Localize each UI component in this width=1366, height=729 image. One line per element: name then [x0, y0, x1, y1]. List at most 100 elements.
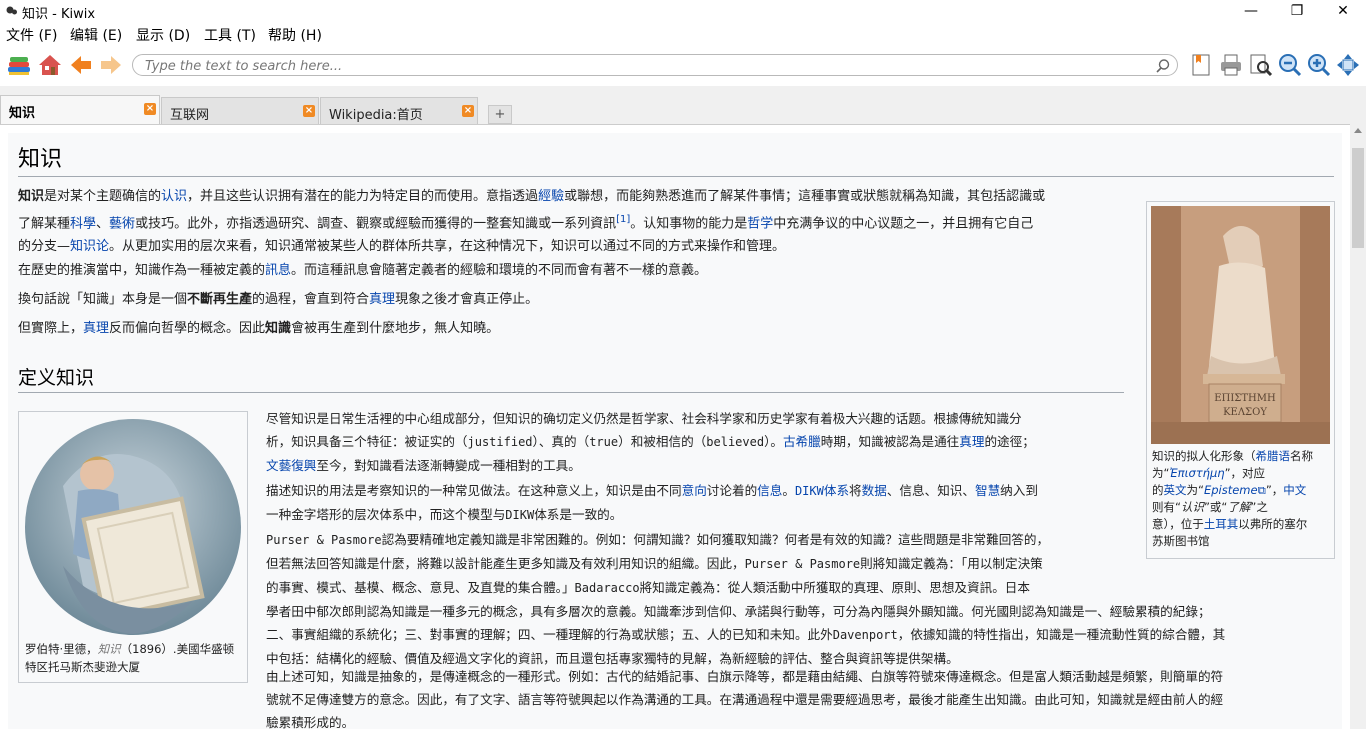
- inline-link[interactable]: 认识: [161, 189, 187, 204]
- close-button[interactable]: ✕: [1320, 0, 1366, 22]
- tab-label: 知识: [9, 106, 36, 121]
- page-title: 知识: [18, 141, 1334, 177]
- statue-caption: 知识的拟人化形象（希腊语名称 为“Ἐπιστήμη”，对应 的英文为“Epist…: [1152, 448, 1330, 550]
- close-tab-icon[interactable]: ×: [303, 105, 315, 117]
- painting-caption: 罗伯特·里德，知识（1896）.美國华盛顿 特区托马斯杰斐逊大厦: [25, 640, 245, 676]
- inline-link[interactable]: 数据: [862, 483, 887, 498]
- inline-link[interactable]: 科學: [70, 216, 96, 231]
- scrollbar-thumb[interactable]: [1352, 148, 1364, 248]
- menu-help[interactable]: 帮助 (H): [268, 25, 322, 45]
- home-icon[interactable]: [37, 52, 63, 78]
- text-run: 的途徑；: [984, 434, 1035, 449]
- inline-link[interactable]: 真理: [83, 321, 109, 336]
- maximize-button[interactable]: ❐: [1274, 0, 1320, 22]
- text-line: 驗累積形成的。: [266, 711, 1336, 729]
- text-run: ）、真的（: [532, 434, 590, 449]
- text-run: 苏斯图书馆: [1152, 534, 1210, 548]
- text-run: 但若無法回答知識是什麼，將難以設計能產生更多知識及有效利用知识的組織。因此，: [266, 556, 745, 571]
- inline-link[interactable]: 真理: [959, 434, 984, 449]
- inline-link[interactable]: 真理: [369, 292, 395, 307]
- text-line: 在歷史的推演當中，知識作為一種被定義的訊息。而這種訊息會隨著定義者的經驗和環境的…: [18, 259, 1138, 282]
- inline-link[interactable]: 智慧: [975, 483, 1000, 498]
- tab-label: 互联网: [170, 108, 210, 123]
- paragraph-3: 換句話說「知識」本身是一個不斷再生產的過程，會直到符合真理現象之後才會真正停止。: [18, 288, 1138, 311]
- inline-link[interactable]: DIKW: [795, 484, 824, 498]
- text-run: ，并且这些认识拥有潜在的能力为特定目的而使用。意指透過: [187, 189, 539, 204]
- print-icon[interactable]: [1218, 52, 1244, 78]
- inline-link[interactable]: 信息: [757, 483, 782, 498]
- inline-link[interactable]: 古希臘: [783, 434, 821, 449]
- inline-link[interactable]: 中文: [1283, 483, 1306, 497]
- back-arrow-icon[interactable]: [68, 52, 94, 78]
- vertical-scrollbar[interactable]: [1350, 124, 1366, 728]
- minimize-button[interactable]: —: [1228, 0, 1274, 22]
- inline-link[interactable]: ⧉: [1258, 483, 1266, 497]
- text-run: （1896）.美國华盛顿: [120, 642, 235, 656]
- text-run: 。: [782, 483, 795, 498]
- inline-link[interactable]: [1]: [616, 214, 630, 225]
- text-run: 或聯想，而能夠熟悉進而了解某件事情；這種事實或狀態就稱為知識，其包括認識或: [564, 189, 1046, 204]
- inline-link[interactable]: 希腊语: [1256, 449, 1291, 463]
- definition-paragraph-4: 由上述可知，知識是抽象的，是傳達概念的一種形式。例如：古代的結婚記事、白旗示降等…: [266, 665, 1336, 729]
- text-run: ”，: [1265, 483, 1284, 497]
- bookmark-icon[interactable]: [1188, 52, 1214, 78]
- text-run: 描述知识的用法是考察知识的一种常见做法。在这种意义上，知识是由不同: [266, 483, 682, 498]
- inline-link[interactable]: 体系: [824, 483, 849, 498]
- text-run: 中充满争议的中心议题之一，并且拥有它自己: [773, 216, 1034, 232]
- library-icon[interactable]: [6, 52, 32, 78]
- inline-link[interactable]: 藝術: [109, 216, 135, 231]
- bold-text: 知识: [18, 189, 45, 204]
- fullscreen-icon[interactable]: [1335, 52, 1361, 78]
- search-field[interactable]: [132, 54, 1178, 76]
- search-input[interactable]: [143, 57, 1147, 75]
- text-line: 但實際上，真理反而偏向哲學的概念。因此知識會被再生產到什麼地步，無人知曉。: [18, 317, 1138, 340]
- scroll-up-arrow-icon[interactable]: [1354, 128, 1362, 133]
- text-line: 描述知识的用法是考察知识的一种常见做法。在这种意义上，知识是由不同意向讨论着的信…: [266, 479, 1136, 503]
- inline-link[interactable]: 土耳其: [1204, 517, 1239, 531]
- text-run: Purser & Pasmore: [744, 557, 861, 571]
- inline-link[interactable]: 訊息: [265, 263, 291, 278]
- zoom-in-icon[interactable]: [1306, 52, 1332, 78]
- inline-link[interactable]: Ἐπιστήμη: [1169, 466, 1224, 480]
- zoom-out-icon[interactable]: [1277, 52, 1303, 78]
- text-line: 为“Ἐπιστήμη”，对应: [1152, 465, 1330, 482]
- inline-link[interactable]: Episteme: [1204, 483, 1258, 497]
- text-run: 中包括：結構化的經驗、價值及經過文字化的資訊，而且還包括專家獨特的見解，為新經驗…: [266, 651, 959, 666]
- tab-knowledge[interactable]: 知识 ×: [0, 95, 160, 124]
- find-in-page-icon[interactable]: [1248, 52, 1274, 78]
- close-tab-icon[interactable]: ×: [462, 105, 474, 117]
- painting-thumbnail: 罗伯特·里德，知识（1896）.美國华盛顿 特区托马斯杰斐逊大厦: [18, 411, 248, 683]
- new-tab-button[interactable]: +: [488, 105, 512, 124]
- text-run: 驗累積形成的。: [266, 715, 355, 729]
- forward-arrow-icon[interactable]: [98, 52, 124, 78]
- inline-link[interactable]: 哲学: [747, 216, 773, 231]
- text-run: 。认知事物的能力是: [630, 216, 748, 232]
- text-run: 在歷史的推演當中，知識作為一種被定義的: [18, 263, 266, 278]
- text-line: 換句話說「知識」本身是一個不斷再生產的過程，會直到符合真理現象之後才會真正停止。: [18, 288, 1138, 311]
- inline-link[interactable]: 經驗: [538, 189, 564, 204]
- search-icon[interactable]: [1155, 58, 1171, 74]
- text-line: 特区托马斯杰斐逊大厦: [25, 658, 245, 676]
- inline-link[interactable]: 英文: [1164, 483, 1187, 497]
- text-line: 苏斯图书馆: [1152, 533, 1330, 550]
- painting-image[interactable]: [23, 416, 243, 638]
- menu-edit[interactable]: 编辑 (E): [70, 25, 122, 45]
- statue-image[interactable]: ΕΠΙΣΤΗΜΗ ΚΕΛΣΟΥ: [1151, 206, 1330, 444]
- text-run: 纳入到: [1000, 483, 1038, 498]
- text-run: 。而這種訊息會隨著定義者的經驗和環境的不同而會有著不一樣的意義。: [291, 263, 708, 278]
- text-run: 。从更加实用的层次来看，知识通常被某些人的群体所共享，在这种情况下，知识可以通过…: [109, 239, 786, 255]
- inline-link[interactable]: 意向: [682, 483, 707, 498]
- inline-link[interactable]: 知识论: [70, 239, 109, 254]
- text-line: 罗伯特·里德，知识（1896）.美國华盛顿: [25, 640, 245, 658]
- inline-link[interactable]: 文藝復興: [266, 458, 316, 473]
- text-run: 、信息、知识、: [886, 483, 975, 498]
- tab-internet[interactable]: 互联网 ×: [161, 97, 319, 124]
- close-tab-icon[interactable]: ×: [144, 103, 156, 115]
- tab-wikipedia-home[interactable]: Wikipedia:首页 ×: [320, 97, 478, 124]
- menu-file[interactable]: 文件 (F): [6, 25, 57, 45]
- menu-tools[interactable]: 工具 (T): [204, 25, 256, 45]
- text-run: 的事實、模式、基模、概念、意見、及直覺的集合體。」: [266, 580, 575, 595]
- text-run: 換句話說「知識」本身是一個: [18, 292, 188, 307]
- menu-view[interactable]: 显示 (D): [136, 25, 190, 45]
- text-run: 知识: [97, 642, 121, 656]
